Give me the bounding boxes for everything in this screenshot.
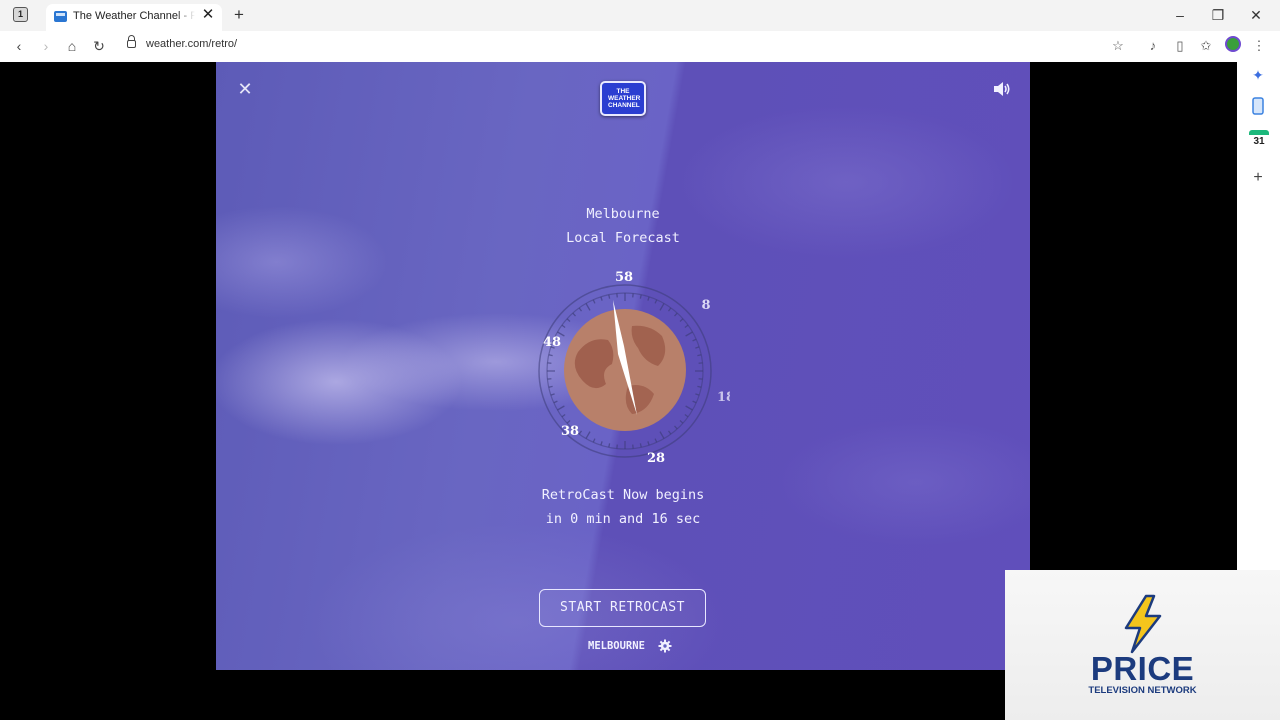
phone-icon[interactable] xyxy=(1249,97,1267,115)
favorites-icon[interactable]: ✩ xyxy=(1196,36,1216,56)
back-button[interactable]: ‹ xyxy=(9,36,29,56)
tab-title: The Weather Channel - RetroCast xyxy=(73,10,195,22)
dial-tick xyxy=(585,303,591,311)
dial-tick xyxy=(684,324,689,329)
weather-channel-logo: THE WEATHER CHANNEL xyxy=(600,81,646,116)
radar-label: 48 xyxy=(543,335,561,350)
radar-label: 58 xyxy=(615,270,633,285)
price-tv-watermark: PRICE TELEVISION NETWORK xyxy=(1005,570,1280,720)
start-retrocast-button[interactable]: START RETROCAST xyxy=(539,589,706,627)
dial-tick xyxy=(600,296,603,301)
dial-tick xyxy=(679,318,684,322)
new-tab-button[interactable]: + xyxy=(230,6,248,24)
dial-tick xyxy=(695,346,700,349)
dial-tick xyxy=(561,413,566,418)
restore-icon[interactable]: ❐ xyxy=(1208,6,1228,24)
radar-label: 28 xyxy=(647,451,665,466)
dial-tick xyxy=(548,385,553,388)
dial-tick xyxy=(659,431,665,439)
dial-tick xyxy=(654,438,658,443)
tab-weather-channel[interactable]: The Weather Channel - RetroCast ✕ xyxy=(46,4,222,31)
speaker-icon[interactable] xyxy=(992,80,1012,98)
close-icon[interactable]: ✕ xyxy=(236,80,254,98)
dial-tick xyxy=(600,441,603,446)
split-screen-icon[interactable]: ▯ xyxy=(1170,36,1190,56)
address-bar[interactable]: weather.com/retro/ xyxy=(146,38,237,50)
forward-button[interactable]: › xyxy=(36,36,56,56)
browser-chrome: 1 The Weather Channel - RetroCast ✕ + – … xyxy=(0,0,1280,62)
dial-tick xyxy=(639,294,642,299)
radar-label: 8 xyxy=(701,298,710,313)
dial-tick xyxy=(608,294,611,299)
profile-avatar[interactable] xyxy=(1225,36,1241,52)
watermark-brand: PRICE xyxy=(1090,650,1195,687)
dial-tick xyxy=(647,296,650,301)
dial-tick xyxy=(692,338,697,342)
dial-tick xyxy=(695,393,700,396)
dial-tick xyxy=(684,413,689,418)
minimize-icon[interactable]: – xyxy=(1170,6,1190,24)
countdown-heading: RetroCast Now begins xyxy=(541,487,705,503)
location-label: MELBOURNE xyxy=(588,640,645,652)
location-selector[interactable]: MELBOURNE xyxy=(588,638,688,654)
dial-tick xyxy=(578,430,583,435)
tab-actions-button[interactable]: 1 xyxy=(13,7,28,22)
watermark-tagline: TELEVISION NETWORK xyxy=(1088,685,1197,696)
radar-dial: 58 8 18 28 38 48 xyxy=(538,270,730,466)
dial-tick xyxy=(639,443,642,448)
dial-tick xyxy=(592,438,596,443)
extensions-icon[interactable]: ♪ xyxy=(1143,36,1163,56)
dial-tick xyxy=(585,431,591,439)
dial-tick xyxy=(697,385,702,388)
dial-tick xyxy=(561,324,566,329)
dial-tick xyxy=(572,312,576,317)
home-icon[interactable]: ⌂ xyxy=(62,36,82,56)
copilot-sparkle-icon[interactable]: ✦ xyxy=(1249,66,1267,84)
dial-tick xyxy=(647,441,650,446)
radar-label: 18 xyxy=(717,390,730,405)
add-sidebar-app-icon[interactable]: + xyxy=(1249,169,1267,187)
close-window-icon[interactable]: ✕ xyxy=(1246,6,1266,24)
browser-sidebar: ✦ 31 + xyxy=(1237,62,1280,572)
dial-tick xyxy=(608,443,611,448)
dial-tick xyxy=(667,307,672,312)
calendar-icon[interactable]: 31 xyxy=(1249,130,1269,152)
dial-tick xyxy=(578,307,583,312)
dial-tick xyxy=(667,430,672,435)
radar-label: 38 xyxy=(561,424,579,439)
city-name: Melbourne xyxy=(586,206,660,222)
dial-tick xyxy=(679,420,684,424)
dial-tick xyxy=(692,400,697,404)
toolbar: ‹ › ⌂ ↻ weather.com/retro/ ☆ ♪ ▯ ✩ ⋮ xyxy=(0,31,1280,62)
lightning-bolt-icon xyxy=(1124,594,1162,654)
refresh-icon[interactable]: ↻ xyxy=(89,36,109,56)
favorite-star-icon[interactable]: ☆ xyxy=(1108,36,1128,56)
dial-tick xyxy=(685,331,693,337)
dial-tick xyxy=(553,400,558,404)
dial-tick xyxy=(697,354,702,357)
dial-tick xyxy=(550,393,555,396)
dial-tick xyxy=(566,318,571,322)
tab-strip: 1 The Weather Channel - RetroCast ✕ + – … xyxy=(0,0,1280,31)
close-tab-icon[interactable]: ✕ xyxy=(200,7,216,23)
dial-tick xyxy=(548,354,553,357)
more-menu-icon[interactable]: ⋮ xyxy=(1249,36,1269,56)
weather-channel-icon xyxy=(54,11,67,22)
dial-tick xyxy=(659,303,665,311)
gear-icon[interactable] xyxy=(658,639,672,653)
countdown-timer: in 0 min and 16 sec xyxy=(545,511,701,527)
dial-tick xyxy=(654,299,658,304)
lock-icon[interactable] xyxy=(127,35,136,48)
dial-tick xyxy=(592,299,596,304)
retrocast-panel: ✕ THE WEATHER CHANNEL Melbourne Local Fo… xyxy=(216,62,1030,670)
dial-tick xyxy=(557,405,565,411)
dial-tick xyxy=(674,312,678,317)
dial-tick xyxy=(566,420,571,424)
dial-tick xyxy=(674,425,678,430)
dial-tick xyxy=(685,405,693,411)
forecast-subtitle: Local Forecast xyxy=(566,230,680,246)
